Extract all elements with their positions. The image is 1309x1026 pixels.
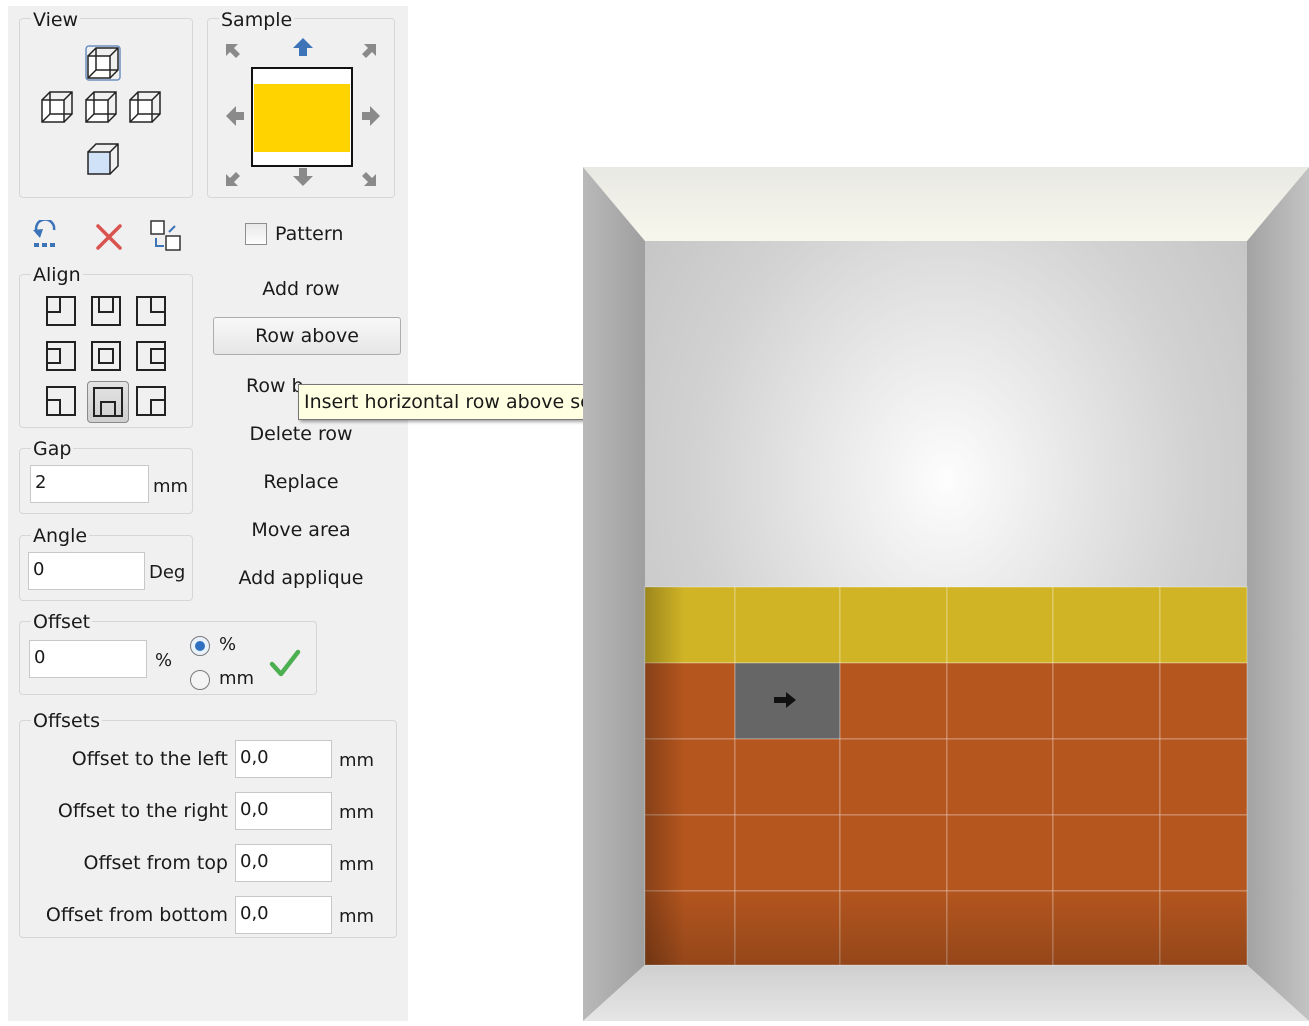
offset-label: Offset [31, 611, 93, 633]
tile[interactable] [1052, 738, 1161, 816]
sample-group-label: Sample [219, 9, 295, 31]
view-front-icon[interactable] [85, 91, 117, 123]
offset-bottom-label: Offset from bottom [45, 904, 228, 926]
offset-right-unit: mm [339, 802, 375, 823]
align-bottom-left-icon[interactable] [46, 386, 76, 416]
align-top-right-icon[interactable] [136, 296, 166, 326]
right-wall [1247, 167, 1309, 1021]
sample-tile [254, 84, 350, 152]
tile[interactable] [1159, 586, 1248, 664]
arrow-down-icon[interactable] [293, 168, 313, 186]
tile[interactable] [734, 586, 841, 664]
add-applique-button[interactable]: Add applique [208, 560, 394, 598]
angle-label: Angle [31, 525, 90, 547]
gap-unit: mm [153, 476, 189, 497]
left-wall [583, 167, 645, 1021]
view-cubes [41, 45, 161, 175]
view-bottom-icon[interactable] [87, 143, 119, 175]
tile-properties-panel: View Sample Pattern Align Add row Row ab… [8, 6, 408, 1021]
row-below-button[interactable]: Row b [246, 368, 304, 404]
floor [583, 965, 1309, 1021]
offset-bottom-input[interactable]: 0,0 [235, 896, 332, 934]
swap-icon[interactable] [148, 218, 184, 254]
offset-left-input[interactable]: 0,0 [235, 740, 332, 778]
tile[interactable] [1159, 662, 1248, 740]
delete-row-button[interactable]: Delete row [208, 416, 394, 454]
align-center-icon[interactable] [91, 341, 121, 371]
delete-icon[interactable] [94, 222, 124, 252]
arrow-left-icon[interactable] [226, 106, 244, 126]
offset-mm-label: mm [219, 668, 255, 689]
room-scene [583, 167, 1309, 1021]
apply-check-icon[interactable] [268, 646, 302, 680]
view-top-icon[interactable] [85, 45, 121, 81]
arrow-down-left-icon[interactable] [226, 172, 240, 186]
arrow-up-left-icon[interactable] [226, 44, 240, 58]
offset-percent-label: % [219, 634, 237, 655]
gap-label: Gap [31, 438, 74, 460]
offset-top-unit: mm [339, 854, 375, 875]
tile[interactable] [946, 662, 1054, 740]
row-above-button[interactable]: Row above [213, 317, 401, 355]
view-right-icon[interactable] [129, 91, 161, 123]
offset-top-input[interactable]: 0,0 [235, 844, 332, 882]
angle-input[interactable]: 0 [28, 552, 145, 590]
replace-button[interactable]: Replace [208, 464, 394, 502]
tile[interactable] [839, 662, 948, 740]
tile[interactable] [734, 738, 841, 816]
align-middle-left-icon[interactable] [46, 341, 76, 371]
tile[interactable] [946, 738, 1054, 816]
arrow-right-icon[interactable] [362, 106, 380, 126]
offset-percent-radio[interactable] [190, 636, 210, 656]
tile[interactable] [839, 814, 948, 892]
room-3d-viewport[interactable] [583, 167, 1309, 1021]
offset-input[interactable]: 0 [29, 640, 147, 678]
offset-right-input[interactable]: 0,0 [235, 792, 332, 830]
offset-unit: % [155, 650, 173, 671]
move-area-button[interactable]: Move area [208, 512, 394, 550]
tile[interactable] [1159, 814, 1248, 892]
tile[interactable] [1159, 738, 1248, 816]
sample-preview [226, 38, 380, 186]
add-row-button[interactable]: Add row [208, 271, 394, 309]
offset-top-label: Offset from top [83, 852, 228, 874]
view-left-icon[interactable] [41, 91, 73, 123]
gap-input[interactable]: 2 [30, 465, 149, 503]
align-bottom-center-icon [93, 387, 123, 417]
tile[interactable] [839, 738, 948, 816]
align-top-center-icon[interactable] [91, 296, 121, 326]
arrow-down-right-icon[interactable] [362, 172, 376, 186]
angle-unit: Deg [149, 562, 186, 583]
align-bottom-right-icon[interactable] [136, 386, 166, 416]
offset-left-label: Offset to the left [71, 748, 228, 770]
arrow-up-icon[interactable] [293, 38, 313, 56]
offset-mm-radio[interactable] [190, 670, 210, 690]
arrow-up-right-icon[interactable] [362, 44, 376, 58]
offset-left-unit: mm [339, 750, 375, 771]
tile[interactable] [839, 586, 948, 664]
offset-bottom-unit: mm [339, 906, 375, 927]
offset-right-label: Offset to the right [57, 800, 228, 822]
tile[interactable] [734, 814, 841, 892]
tile[interactable] [1052, 586, 1161, 664]
tile[interactable] [1052, 814, 1161, 892]
tile[interactable] [946, 586, 1054, 664]
ceiling [583, 167, 1309, 241]
align-bottom-center-button[interactable] [87, 381, 129, 423]
pattern-label[interactable]: Pattern [275, 222, 343, 246]
align-top-left-icon[interactable] [46, 296, 76, 326]
align-middle-right-icon[interactable] [136, 341, 166, 371]
tile[interactable] [1052, 662, 1161, 740]
pattern-checkbox[interactable] [245, 223, 267, 245]
align-group-label: Align [31, 264, 83, 286]
undo-icon[interactable] [30, 220, 62, 250]
tile[interactable] [946, 814, 1054, 892]
offsets-label: Offsets [31, 710, 102, 732]
view-group-label: View [31, 9, 81, 31]
